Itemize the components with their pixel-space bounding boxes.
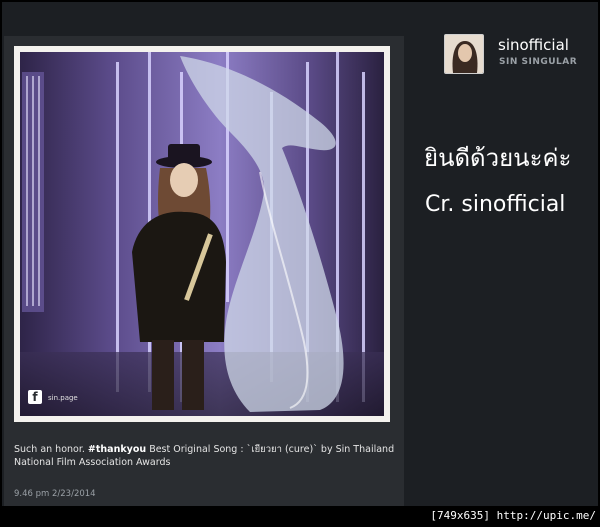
display-name: SIN SINGULAR: [499, 57, 578, 67]
image-source-footer: [749x635] http://upic.me/: [430, 509, 596, 522]
post-timestamp: 9.46 pm 2/23/2014: [14, 489, 96, 499]
post-photo[interactable]: [14, 46, 390, 422]
post-caption: Such an honor. #thankyou Best Original S…: [14, 443, 398, 469]
credit-text: Cr. sinofficial: [425, 192, 566, 217]
avatar[interactable]: [444, 34, 484, 74]
facebook-icon: f: [28, 390, 42, 404]
photo-scene: [20, 52, 384, 416]
username-link[interactable]: sinofficial: [498, 36, 569, 54]
photo-watermark: sin.page: [48, 394, 78, 402]
avatar-image: [445, 35, 483, 73]
post-sidebar: [404, 2, 598, 506]
photo-image: [20, 52, 384, 416]
congrats-text: ยินดีด้วยนะค่ะ: [424, 144, 572, 172]
caption-hashtag[interactable]: #thankyou: [88, 444, 146, 455]
caption-prefix: Such an honor.: [14, 444, 88, 455]
